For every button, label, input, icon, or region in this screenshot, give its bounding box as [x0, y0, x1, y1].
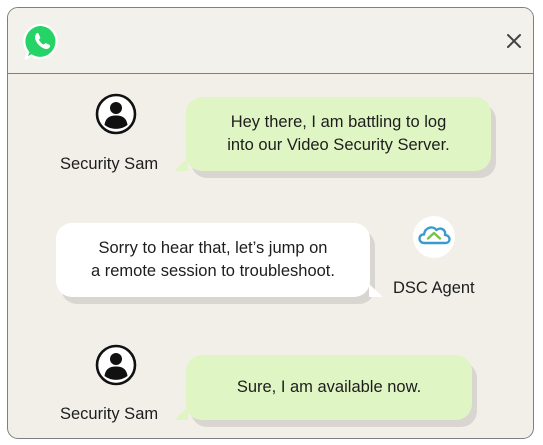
message-bubble-outgoing: Sorry to hear that, let’s jump on a remo… [56, 223, 370, 297]
dsc-agent-logo-icon [413, 216, 455, 258]
close-icon[interactable] [503, 30, 525, 52]
message-text-line: Sorry to hear that, let’s jump on [98, 239, 328, 257]
chat-window: Security Sam Hey there, I am battling to… [7, 7, 534, 439]
message-text-line: a remote session to troubleshoot. [91, 262, 335, 280]
message-text-line: into our Video Security Server. [227, 136, 450, 154]
sender-name: Security Sam [60, 405, 159, 423]
message-text-line: Sure, I am available now. [236, 378, 422, 396]
title-bar [8, 8, 533, 74]
sender-name: DSC Agent [393, 279, 475, 297]
user-avatar-icon [95, 344, 137, 386]
message-bubble-incoming: Sure, I am available now. [186, 355, 472, 420]
user-avatar-icon [95, 93, 137, 135]
bubble-tail [174, 158, 188, 171]
bubble-tail [369, 284, 383, 297]
bubble-tail [174, 407, 188, 420]
message-text-line: Hey there, I am battling to log [230, 113, 447, 131]
sender-name: Security Sam [60, 155, 159, 173]
whatsapp-icon [22, 22, 62, 62]
chat-area: Security Sam Hey there, I am battling to… [8, 74, 533, 438]
message-bubble-incoming: Hey there, I am battling to log into our… [186, 97, 491, 171]
